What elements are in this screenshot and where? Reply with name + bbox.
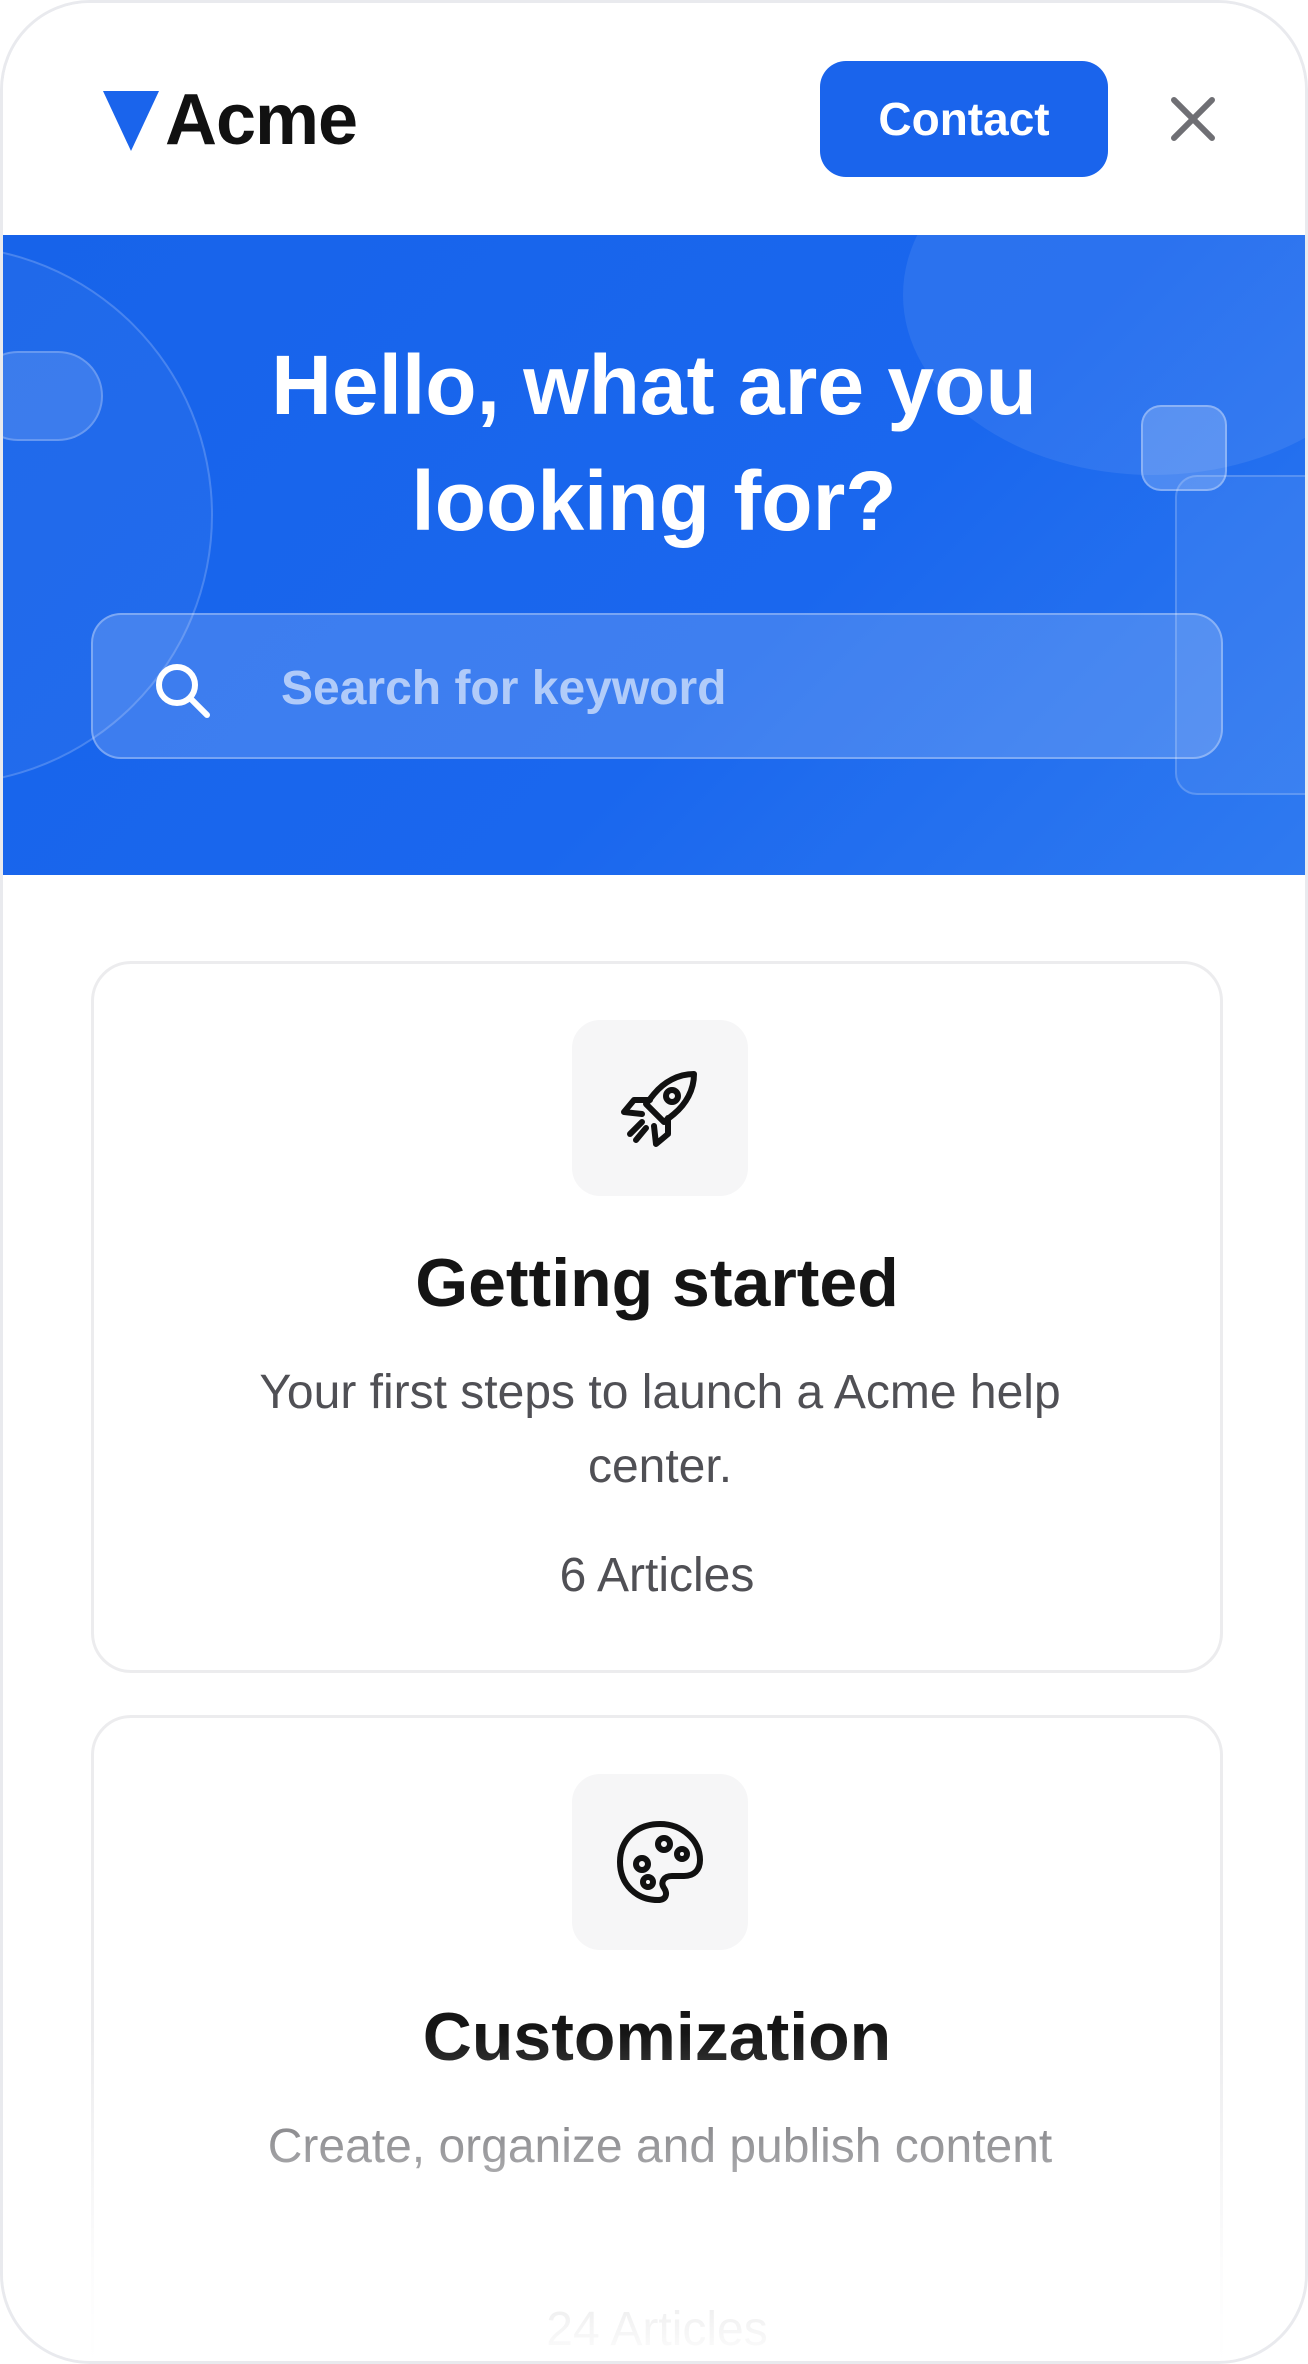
brand-name: Acme bbox=[165, 80, 358, 160]
search-input[interactable] bbox=[279, 615, 1179, 761]
phone-frame: Acme Contact Hello, what are you looking… bbox=[0, 0, 1308, 2364]
hero-title-line-2: looking for? bbox=[411, 454, 897, 548]
card-title: Getting started bbox=[415, 1245, 899, 1321]
logo-mark-icon bbox=[103, 91, 159, 151]
top-header: Acme Contact bbox=[3, 3, 1305, 235]
hero-title-line-1: Hello, what are you bbox=[271, 338, 1037, 432]
search-bar[interactable] bbox=[91, 613, 1223, 761]
card-description: Create, organize and publish content bbox=[267, 2120, 1053, 2173]
search-icon bbox=[156, 664, 210, 718]
close-icon-glyph bbox=[1171, 97, 1215, 141]
card-description: Your first steps to launch a Acme help c… bbox=[259, 1366, 1061, 1493]
card-title: Customization bbox=[422, 1999, 892, 2075]
article-count: 6 Articles bbox=[559, 1549, 755, 1602]
brand-logo[interactable]: Acme bbox=[103, 80, 358, 160]
close-icon[interactable] bbox=[1163, 89, 1223, 149]
category-card-getting-started[interactable]: Getting started Your first steps to laun… bbox=[91, 961, 1223, 1673]
article-count: 24 Articles bbox=[546, 2303, 768, 2356]
card-icon-container bbox=[572, 1020, 748, 1196]
hero-banner: Hello, what are you looking for? bbox=[3, 235, 1305, 875]
rocket-icon bbox=[621, 1071, 697, 1147]
palette-icon bbox=[617, 1821, 703, 1903]
card-icon-container bbox=[572, 1774, 748, 1950]
hero-title: Hello, what are you looking for? bbox=[3, 327, 1305, 559]
contact-button[interactable]: Contact bbox=[820, 61, 1108, 177]
category-card-customization[interactable]: Customization Create, organize and publi… bbox=[91, 1715, 1223, 2361]
